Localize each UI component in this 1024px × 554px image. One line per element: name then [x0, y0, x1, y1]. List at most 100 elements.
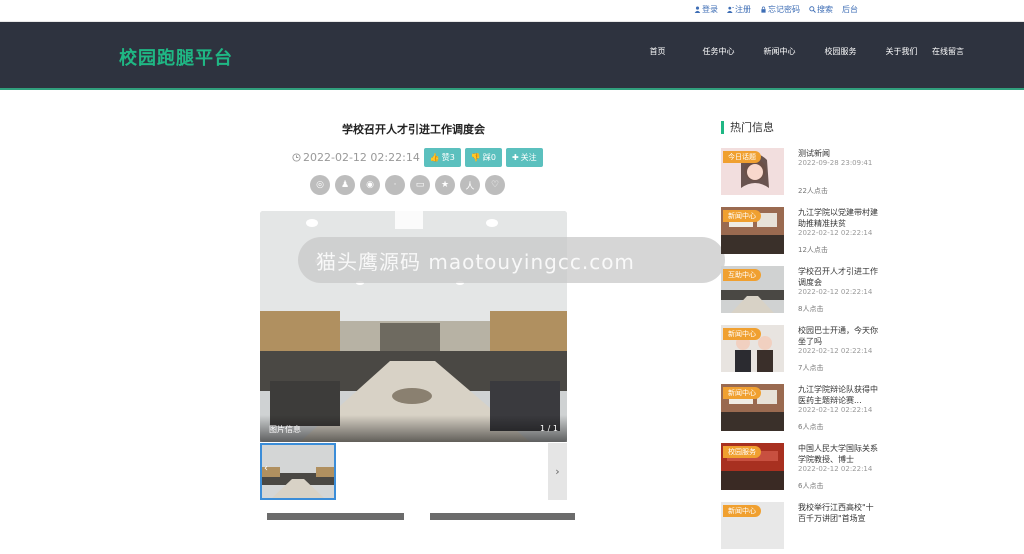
register-link[interactable]: 注册 — [727, 4, 751, 15]
hot-item-clicks: 12人点击 — [798, 246, 828, 254]
site-logo[interactable]: 校园跑腿平台 — [119, 44, 233, 70]
hot-item-tag: 校园服务 — [723, 446, 761, 458]
thumbnail-prev-arrow[interactable]: ‹ — [264, 463, 268, 474]
photo-caption-bar: 图片信息 1 / 1 — [260, 415, 567, 442]
article-date-text: 2022-02-12 02:22:14 — [303, 151, 420, 164]
hot-item-title[interactable]: 九江学院以党建带村建助推精准扶贫 — [798, 207, 878, 229]
hot-item-thumbnail[interactable]: 新闻中心 — [721, 384, 784, 431]
hot-item-clicks: 6人点击 — [798, 482, 824, 490]
weibo-icon[interactable]: ◎ — [310, 175, 330, 195]
renren-icon[interactable]: 人 — [460, 175, 480, 195]
share-icons: ◎ ♟ ◉ · ▭ ★ 人 ♡ — [310, 175, 505, 195]
article-meta: 2022-02-12 02:22:14 👍 赞3 👎 踩0 ✚ 关注 — [292, 148, 543, 167]
nav-news-center[interactable]: 新闻中心 — [749, 46, 810, 57]
thumbnail-next-arrow[interactable]: › — [548, 443, 567, 500]
hot-item-thumbnail[interactable]: 新闻中心 — [721, 207, 784, 254]
plus-icon: ✚ — [511, 153, 519, 162]
hot-item-tag: 新闻中心 — [723, 387, 761, 399]
hot-item[interactable]: 新闻中心 九江学院辩论队获得中医药主题辩论赛... 2022-02-12 02:… — [721, 384, 881, 436]
site-header: 校园跑腿平台 首页 任务中心 新闻中心 校园服务 关于我们 在线留言 — [0, 22, 1024, 90]
hot-item[interactable]: 新闻中心 我校举行江西高校"十百千万讲团"首场宣 — [721, 502, 881, 554]
hot-item-tag: 今日话题 — [723, 151, 761, 163]
hot-item[interactable]: 互助中心 学校召开人才引进工作调度会 2022-02-12 02:22:14 8… — [721, 266, 881, 318]
forgot-password-label: 忘记密码 — [768, 5, 800, 14]
hot-item-title[interactable]: 校园巴士开通，今天你坐了吗 — [798, 325, 878, 347]
register-label: 注册 — [735, 5, 751, 14]
tieba-icon[interactable]: ♡ — [485, 175, 505, 195]
article-date: 2022-02-12 02:22:14 — [292, 151, 420, 164]
nav-online-message[interactable]: 在线留言 — [932, 46, 1024, 57]
qq-icon[interactable]: ♟ — [335, 175, 355, 195]
hot-item-thumbnail[interactable]: 互助中心 — [721, 266, 784, 313]
hot-item[interactable]: 新闻中心 校园巴士开通，今天你坐了吗 2022-02-12 02:22:14 7… — [721, 325, 881, 377]
hot-item-tag: 新闻中心 — [723, 505, 761, 517]
top-links: 登录 注册 忘记密码 搜索 后台 — [694, 4, 858, 15]
top-utility-bar: 登录 注册 忘记密码 搜索 后台 — [0, 0, 1024, 22]
lock-icon — [761, 6, 766, 13]
thumbs-up-icon: 👍 — [429, 153, 440, 162]
search-link[interactable]: 搜索 — [809, 4, 833, 15]
search-icon — [809, 6, 816, 13]
hot-item-clicks: 7人点击 — [798, 364, 824, 372]
hot-item-date: 2022-02-12 02:22:14 — [798, 465, 873, 473]
related-image-1[interactable] — [267, 513, 404, 520]
user-icon — [694, 6, 701, 13]
thumbnail-1[interactable]: ‹ — [260, 443, 336, 500]
hot-item-title[interactable]: 九江学院辩论队获得中医药主题辩论赛... — [798, 384, 878, 406]
qzone-icon[interactable]: ▭ — [410, 175, 430, 195]
hot-item-clicks: 6人点击 — [798, 423, 824, 431]
clock-icon — [292, 153, 301, 162]
hot-item-thumbnail[interactable]: 新闻中心 — [721, 502, 784, 549]
nav-campus-service[interactable]: 校园服务 — [810, 46, 871, 57]
thumbnail-strip: ‹ › — [260, 443, 567, 500]
hot-item[interactable]: 新闻中心 九江学院以党建带村建助推精准扶贫 2022-02-12 02:22:1… — [721, 207, 881, 259]
hot-item-thumbnail[interactable]: 新闻中心 — [721, 325, 784, 372]
hot-item-thumbnail[interactable]: 校园服务 — [721, 443, 784, 490]
follow-label: 关注 — [520, 153, 537, 162]
hot-item-clicks: 8人点击 — [798, 305, 824, 313]
hot-item-thumbnail[interactable]: 今日话题 — [721, 148, 784, 195]
hot-item-title[interactable]: 学校召开人才引进工作调度会 — [798, 266, 878, 288]
wechat-icon[interactable]: ◉ — [360, 175, 380, 195]
hot-item[interactable]: 校园服务 中国人民大学国际关系学院教授、博士 2022-02-12 02:22:… — [721, 443, 881, 495]
nav-home[interactable]: 首页 — [627, 46, 688, 57]
nav-task-center[interactable]: 任务中心 — [688, 46, 749, 57]
follow-button[interactable]: ✚ 关注 — [505, 148, 543, 167]
hot-item-date: 2022-02-12 02:22:14 — [798, 347, 873, 355]
watermark-overlay: 猫头鹰源码 maotouyingcc.com — [298, 237, 725, 283]
search-label: 搜索 — [817, 5, 833, 14]
hot-item-title[interactable]: 中国人民大学国际关系学院教授、博士 — [798, 443, 878, 465]
dislike-button[interactable]: 👎 踩0 — [464, 148, 502, 167]
hot-item-date: 2022-02-12 02:22:14 — [798, 406, 873, 414]
login-label: 登录 — [702, 5, 718, 14]
hot-item-date: 2022-02-12 02:22:14 — [798, 288, 873, 296]
hot-item-date: 2022-02-12 02:22:14 — [798, 229, 873, 237]
forgot-password-link[interactable]: 忘记密码 — [760, 4, 800, 15]
hot-item-tag: 互助中心 — [723, 269, 761, 281]
main-nav: 首页 任务中心 新闻中心 校园服务 关于我们 在线留言 — [627, 46, 1024, 57]
admin-label: 后台 — [842, 5, 858, 14]
hot-item-date: 2022-09-28 23:09:41 — [798, 159, 873, 167]
thumbnail-image — [262, 445, 334, 498]
hot-item-clicks: 22人点击 — [798, 187, 828, 195]
article-title: 学校召开人才引进工作调度会 — [342, 123, 485, 136]
login-link[interactable]: 登录 — [694, 4, 718, 15]
hot-item-title[interactable]: 测试新闻 — [798, 148, 878, 159]
star-icon[interactable]: ★ — [435, 175, 455, 195]
dislike-label: 踩0 — [482, 153, 496, 162]
hot-info-title: 热门信息 — [721, 121, 774, 134]
thumbs-down-icon: 👎 — [470, 153, 481, 162]
photo-info-label: 图片信息 — [269, 425, 301, 434]
like-button[interactable]: 👍 赞3 — [423, 148, 461, 167]
douban-icon[interactable]: · — [385, 175, 405, 195]
user-plus-icon — [727, 6, 734, 13]
nav-about-us[interactable]: 关于我们 — [871, 46, 932, 57]
hot-item[interactable]: 今日话题 测试新闻 2022-09-28 23:09:41 22人点击 — [721, 148, 881, 200]
photo-count: 1 / 1 — [540, 424, 558, 433]
hot-item-tag: 新闻中心 — [723, 328, 761, 340]
related-image-2[interactable] — [430, 513, 575, 520]
hot-item-title[interactable]: 我校举行江西高校"十百千万讲团"首场宣 — [798, 502, 878, 524]
like-label: 赞3 — [441, 153, 455, 162]
admin-link[interactable]: 后台 — [842, 4, 858, 15]
hot-item-tag: 新闻中心 — [723, 210, 761, 222]
